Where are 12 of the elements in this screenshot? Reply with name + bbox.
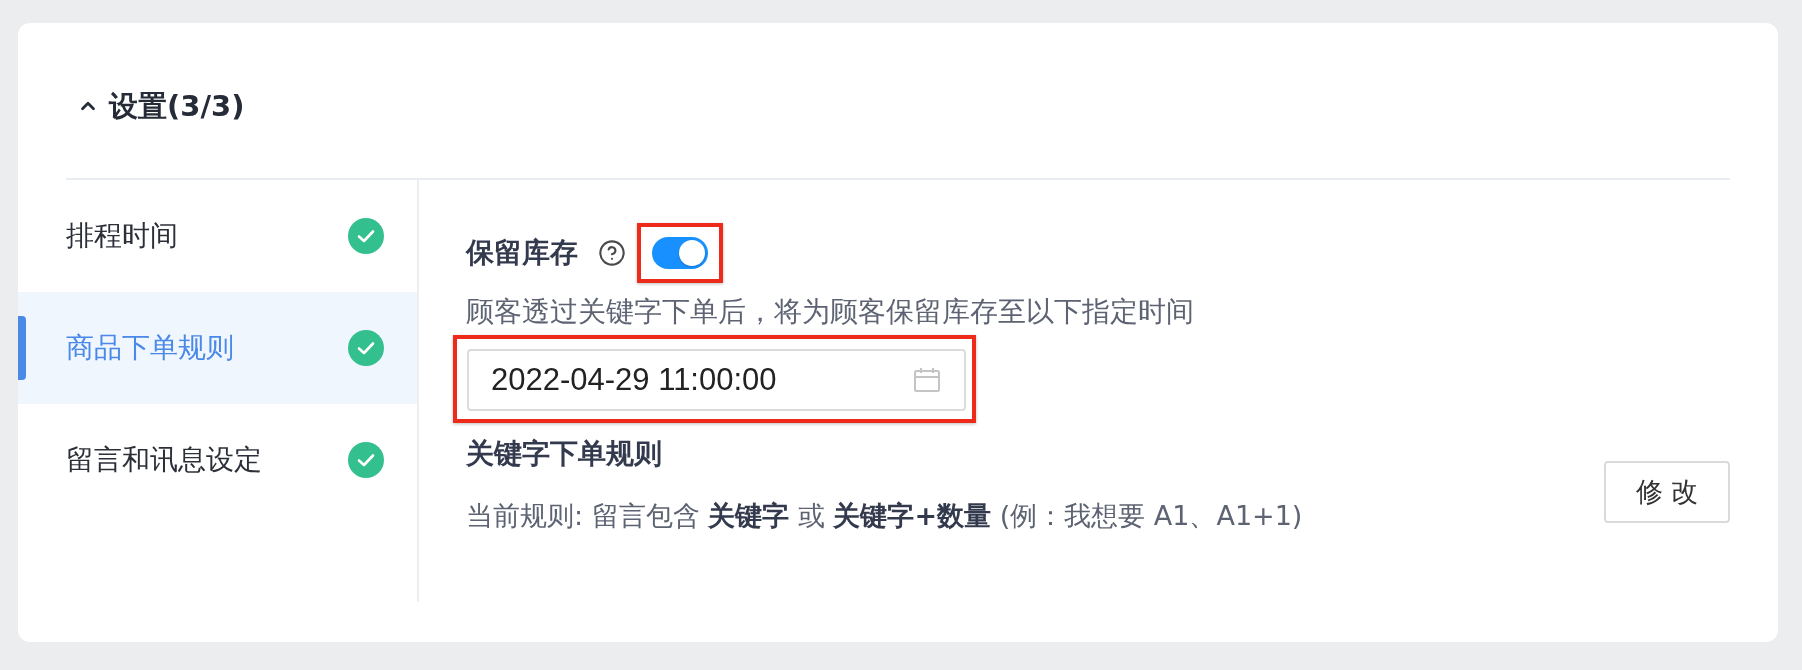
setting-label: 保留库存 [466,235,578,271]
rule-text: 当前规则: 留言包含 关键字 或 关键字+数量 (例：我想要 A1、A1+1) [466,499,1303,533]
setting-description: 顾客透过关键字下单后，将为顾客保留库存至以下指定时间 [466,294,1194,330]
sidebar-item[interactable]: 留言和讯息设定 [18,404,417,516]
edit-button[interactable]: 修 改 [1604,461,1730,523]
selected-indicator [18,316,26,380]
toggle-switch[interactable] [652,237,708,269]
section-title: 设置(3/3) [109,88,245,125]
help-icon[interactable] [598,239,626,267]
sidebar-item[interactable]: 排程时间 [18,180,417,292]
rule-heading: 关键字下单规则 [466,436,662,472]
date-field[interactable]: 2022-04-29 11:00:00 [467,349,966,411]
